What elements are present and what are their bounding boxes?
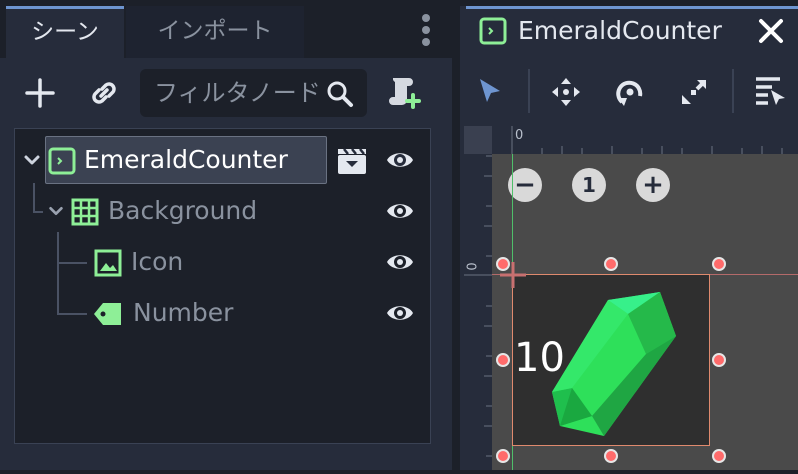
scale-tool-button[interactable] — [674, 72, 714, 112]
tree-guide — [57, 232, 59, 314]
add-node-button[interactable] — [20, 73, 60, 113]
list-select-icon — [756, 77, 785, 105]
texture-rect-icon — [94, 249, 122, 277]
instance-scene-button[interactable] — [84, 73, 124, 113]
tree-item-label[interactable]: Number — [133, 298, 233, 328]
attach-script-button[interactable] — [384, 73, 424, 113]
close-icon[interactable] — [758, 18, 784, 44]
chevron-down-icon[interactable] — [47, 202, 65, 220]
select-tool-button[interactable] — [470, 71, 510, 111]
resize-handle-bottom[interactable] — [604, 449, 618, 463]
tree-item-label[interactable]: Icon — [131, 247, 183, 277]
resize-handle-right[interactable] — [712, 353, 726, 367]
visibility-eye-icon[interactable] — [385, 198, 415, 224]
script-add-icon — [389, 78, 421, 109]
counter-number: 10 — [514, 335, 565, 381]
select-tool-icon — [480, 79, 500, 102]
zoom-out-button[interactable]: − — [508, 168, 542, 202]
toolbar-separator — [732, 69, 734, 113]
filter-nodes-input[interactable] — [140, 69, 344, 117]
label-icon — [94, 303, 121, 325]
chevron-down-icon[interactable] — [22, 150, 42, 170]
tree-guide — [33, 183, 35, 213]
visibility-eye-icon[interactable] — [385, 249, 415, 275]
control-icon — [48, 147, 76, 175]
search-icon — [327, 81, 353, 107]
emerald-icon[interactable] — [548, 288, 680, 442]
visibility-eye-icon[interactable] — [385, 147, 415, 173]
tab-scene[interactable]: シーン — [6, 6, 124, 58]
viewport-tab-title: EmeraldCounter — [518, 16, 722, 45]
plus-icon — [25, 78, 55, 108]
link-icon — [92, 82, 116, 104]
tree-guide — [57, 262, 87, 264]
ruler-corner — [464, 126, 492, 154]
zoom-reset-button[interactable]: 1 — [572, 168, 606, 202]
resize-handle-left[interactable] — [496, 353, 510, 367]
tree-item-label: EmeraldCounter — [84, 145, 288, 174]
filter-nodes-field[interactable] — [140, 69, 367, 117]
ruler-ticks-v — [464, 155, 492, 457]
ruler-zero-label: 0 — [515, 128, 524, 143]
list-select-button[interactable] — [750, 72, 790, 112]
tree-guide — [57, 313, 87, 315]
resize-handle-bottom-left[interactable] — [496, 449, 510, 463]
toolbar-separator — [528, 69, 530, 113]
visibility-eye-icon[interactable] — [385, 300, 415, 326]
ruler-zero-label: 0 — [465, 262, 481, 271]
rotate-tool-button[interactable] — [610, 72, 650, 112]
move-tool-icon — [552, 78, 580, 106]
resize-handle-top-right[interactable] — [712, 257, 726, 271]
rotate-tool-icon — [616, 80, 643, 106]
resize-handle-top-left[interactable] — [496, 257, 510, 271]
grid-container-icon — [71, 198, 99, 226]
dock-menu-icon[interactable] — [418, 10, 434, 50]
scale-tool-icon — [682, 80, 706, 104]
tab-import[interactable]: インポート — [126, 6, 304, 58]
vertical-ruler[interactable]: 0 — [464, 126, 492, 470]
zoom-in-button[interactable]: + — [636, 168, 670, 202]
tree-item-label[interactable]: Background — [108, 196, 257, 226]
ruler-ticks-h — [511, 126, 783, 154]
horizontal-ruler[interactable]: 0 — [492, 126, 798, 154]
tree-guide — [33, 211, 43, 213]
move-tool-button[interactable] — [546, 72, 586, 112]
scene-clapper-icon[interactable] — [336, 146, 368, 176]
control-icon — [479, 17, 507, 45]
resize-handle-bottom-right[interactable] — [712, 449, 726, 463]
resize-handle-top[interactable] — [604, 257, 618, 271]
